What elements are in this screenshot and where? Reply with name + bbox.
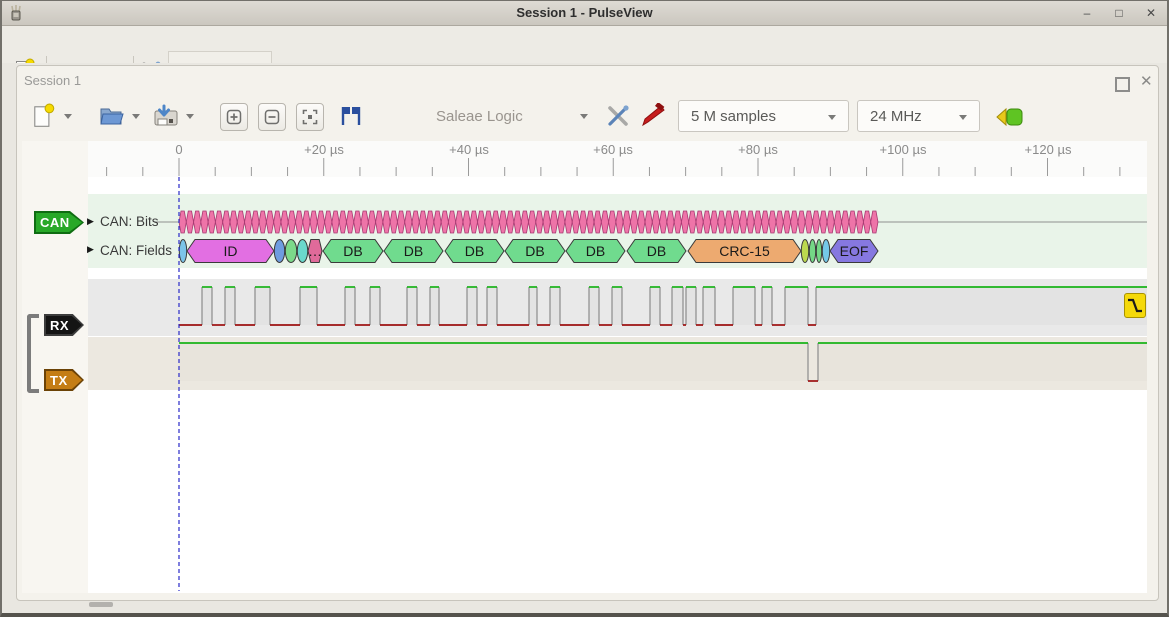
device-label: Saleae Logic (436, 108, 523, 125)
channel-tag-rx[interactable]: RX (44, 314, 84, 336)
save-icon (153, 104, 179, 128)
sample-rate-value: 24 MHz (870, 108, 922, 125)
configure-device-button[interactable] (604, 102, 632, 130)
ruler-label: +120 µs (1025, 142, 1072, 157)
zoom-out-button[interactable] (258, 103, 286, 131)
sample-count-caret (828, 115, 836, 120)
rx-row-background (88, 279, 1147, 336)
ruler-label: +20 µs (304, 142, 344, 157)
tx-row-background (88, 337, 1147, 390)
maximize-button[interactable]: □ (1106, 5, 1132, 22)
sample-count-value: 5 M samples (691, 108, 776, 125)
open-folder-icon (99, 105, 125, 127)
falling-edge-icon (1126, 296, 1144, 315)
channel-group-bracket (27, 314, 39, 393)
ruler-label: 0 (175, 142, 182, 157)
main-toolbar: Run Session 1 ✕ (2, 26, 1167, 64)
tx-tag-label: TX (46, 373, 68, 388)
ruler-label: +60 µs (593, 142, 633, 157)
session-subwindow-title: Session 1 (24, 73, 81, 88)
ruler-label: +40 µs (449, 142, 489, 157)
close-button[interactable]: ✕ (1138, 5, 1164, 22)
channels-button[interactable] (638, 102, 666, 130)
decoder-tag-label: CAN (36, 215, 70, 230)
session-close-icon[interactable]: ✕ (1140, 72, 1153, 90)
horizontal-scrollbar-thumb[interactable] (89, 602, 113, 607)
zoom-in-button[interactable] (220, 103, 248, 131)
zoom-in-icon (226, 109, 242, 125)
trigger-marker-falling-edge[interactable] (1124, 293, 1146, 318)
fields-row-expander[interactable]: ▶ (87, 244, 94, 255)
decoder-icon (995, 106, 1025, 128)
probe-icon (639, 103, 665, 129)
configure-device-icon (605, 103, 631, 129)
new-view-button[interactable] (30, 102, 58, 130)
save-dropdown-caret[interactable] (186, 114, 194, 119)
title-bar: Session 1 - PulseView – □ ✕ (2, 1, 1167, 26)
save-button[interactable] (152, 102, 180, 130)
sample-rate-select[interactable]: 24 MHz (857, 100, 980, 132)
add-decoder-button[interactable] (994, 105, 1026, 129)
rx-tag-label: RX (46, 318, 69, 333)
decoder-tag-can[interactable]: CAN (34, 211, 84, 234)
sample-rate-caret (959, 115, 967, 120)
window-title: Session 1 - PulseView (2, 1, 1167, 25)
decoder-row-background (88, 194, 1147, 268)
minimize-button[interactable]: – (1074, 5, 1100, 22)
fields-row-label: CAN: Fields (100, 243, 172, 258)
open-dropdown-caret[interactable] (132, 114, 140, 119)
cursors-flags-icon (339, 106, 363, 126)
zoom-out-icon (264, 109, 280, 125)
channel-tag-tx[interactable]: TX (44, 369, 84, 391)
bits-row-label: CAN: Bits (100, 214, 159, 229)
zoom-fit-icon (302, 109, 318, 125)
new-view-dropdown-caret[interactable] (64, 114, 72, 119)
sample-count-select[interactable]: 5 M samples (678, 100, 849, 132)
ruler-label: +80 µs (738, 142, 778, 157)
show-cursors-button[interactable] (338, 103, 364, 129)
open-button[interactable] (98, 102, 126, 130)
session-restore-icon[interactable] (1115, 77, 1130, 92)
new-view-icon (33, 103, 55, 129)
device-dropdown-caret[interactable] (580, 114, 588, 119)
bits-row-expander[interactable]: ▶ (87, 216, 94, 227)
ruler-label: +100 µs (880, 142, 927, 157)
zoom-fit-button[interactable] (296, 103, 324, 131)
pulseview-window: Session 1 - PulseView – □ ✕ Run Session … (0, 0, 1169, 617)
